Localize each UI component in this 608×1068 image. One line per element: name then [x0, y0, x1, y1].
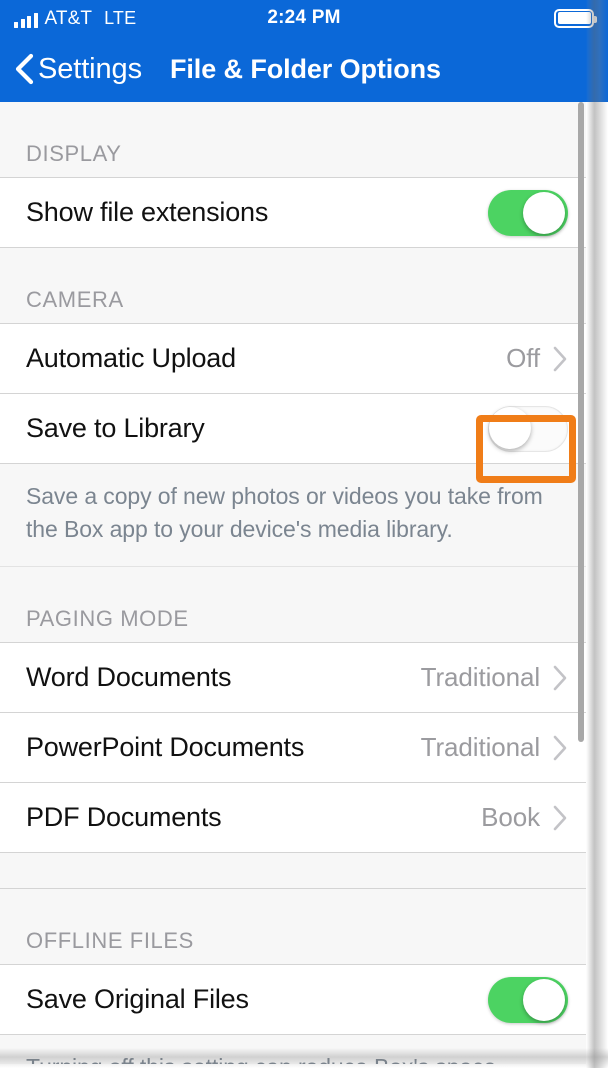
- phone-screen: AT&T LTE 2:24 PM Settings File & Folder …: [0, 0, 608, 1068]
- chevron-right-icon: [553, 665, 567, 690]
- row-pdf-documents[interactable]: PDF Documents Book: [0, 783, 586, 853]
- row-label: Word Documents: [26, 662, 232, 692]
- row-control: Traditional: [421, 732, 568, 763]
- page-edge-shadow-right: [586, 0, 608, 1068]
- toggle-save-to-library[interactable]: [488, 405, 568, 452]
- battery-icon: [554, 8, 597, 28]
- settings-list[interactable]: DISPLAY Show file extensions CAMERA Auto…: [0, 102, 586, 1064]
- chevron-right-icon: [553, 805, 567, 830]
- carrier-label: AT&T: [44, 7, 93, 29]
- row-value: Traditional: [420, 732, 540, 762]
- row-label: Save Original Files: [26, 984, 249, 1014]
- section-header-camera: CAMERA: [0, 248, 586, 324]
- row-save-original-files[interactable]: Save Original Files: [0, 965, 586, 1035]
- toggle-knob: [489, 406, 531, 449]
- page-title: File & Folder Options: [170, 53, 441, 84]
- toggle-knob: [523, 191, 565, 234]
- row-word-documents[interactable]: Word Documents Traditional: [0, 643, 586, 713]
- row-control: [488, 189, 568, 236]
- network-type-label: LTE: [104, 7, 137, 28]
- status-bar: AT&T LTE 2:24 PM: [0, 0, 608, 36]
- section-spacer: [0, 853, 586, 889]
- row-show-file-extensions[interactable]: Show file extensions: [0, 178, 586, 248]
- toggle-save-original-files[interactable]: [488, 976, 568, 1023]
- section-header-display: DISPLAY: [0, 102, 586, 178]
- row-label: PowerPoint Documents: [26, 732, 305, 762]
- chevron-right-icon: [553, 346, 567, 371]
- row-save-to-library[interactable]: Save to Library: [0, 394, 586, 464]
- status-bar-left: AT&T LTE: [14, 7, 137, 29]
- row-value: Book: [481, 802, 540, 832]
- row-automatic-upload[interactable]: Automatic Upload Off: [0, 324, 586, 394]
- section-header-offline-files: OFFLINE FILES: [0, 889, 586, 965]
- navigation-bar: Settings File & Folder Options: [0, 36, 608, 102]
- row-value: Off: [506, 343, 540, 373]
- row-label: PDF Documents: [26, 802, 222, 832]
- signal-strength-icon: [14, 12, 38, 28]
- footer-note-offline-files: Turning off this setting can reduce Box'…: [0, 1035, 586, 1064]
- row-powerpoint-documents[interactable]: PowerPoint Documents Traditional: [0, 713, 586, 783]
- row-value: Traditional: [420, 662, 540, 692]
- footer-note-camera: Save a copy of new photos or videos you …: [0, 464, 586, 567]
- toggle-show-file-extensions[interactable]: [488, 189, 568, 236]
- row-control: Off: [506, 343, 568, 374]
- row-control: Book: [481, 802, 568, 833]
- chevron-right-icon: [553, 735, 567, 760]
- toggle-knob: [523, 978, 565, 1021]
- row-control: [488, 405, 568, 452]
- back-button-label: Settings: [38, 53, 142, 85]
- status-bar-right: [554, 8, 597, 28]
- row-label: Save to Library: [26, 413, 205, 443]
- back-button[interactable]: Settings: [13, 53, 142, 85]
- row-control: [488, 976, 568, 1023]
- section-header-paging-mode: PAGING MODE: [0, 567, 586, 643]
- row-label: Show file extensions: [26, 197, 269, 227]
- chevron-left-icon: [15, 53, 34, 85]
- row-label: Automatic Upload: [26, 343, 236, 373]
- row-control: Traditional: [421, 662, 568, 693]
